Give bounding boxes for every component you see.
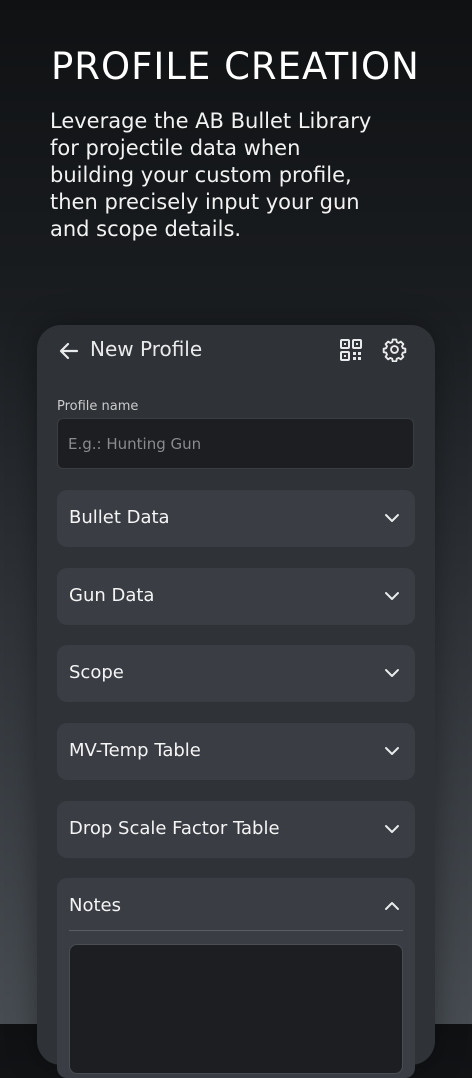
divider <box>69 930 403 931</box>
page-description: Leverage the AB Bullet Library for proje… <box>50 109 372 241</box>
screen-title: New Profile <box>90 337 203 361</box>
section-label: Bullet Data <box>69 507 170 528</box>
back-arrow-icon[interactable] <box>57 339 81 363</box>
section-label: Notes <box>69 895 121 916</box>
section-bullet-data[interactable]: Bullet Data <box>57 490 415 547</box>
app-screen: New Profile Profile name Bullet <box>37 325 435 1078</box>
chevron-down-icon <box>385 669 399 677</box>
profile-name-input[interactable] <box>57 418 414 469</box>
section-label: Gun Data <box>69 585 155 606</box>
section-gun-data[interactable]: Gun Data <box>57 568 415 625</box>
chevron-down-icon <box>385 825 399 833</box>
section-label: Drop Scale Factor Table <box>69 818 280 839</box>
chevron-down-icon <box>385 592 399 600</box>
profile-name-label: Profile name <box>57 399 139 414</box>
chevron-up-icon <box>385 902 399 910</box>
section-label: Scope <box>69 662 124 683</box>
chevron-down-icon <box>385 747 399 755</box>
section-notes: Notes <box>57 878 415 1078</box>
chevron-down-icon <box>385 514 399 522</box>
notes-header[interactable]: Notes <box>57 878 415 930</box>
section-drop-scale-factor-table[interactable]: Drop Scale Factor Table <box>57 801 415 858</box>
section-mv-temp-table[interactable]: MV-Temp Table <box>57 723 415 780</box>
section-scope[interactable]: Scope <box>57 645 415 702</box>
gear-icon[interactable] <box>382 337 407 362</box>
section-label: MV-Temp Table <box>69 740 201 761</box>
page-title: PROFILE CREATION <box>51 45 420 88</box>
notes-textarea[interactable] <box>69 944 403 1074</box>
qr-code-icon[interactable] <box>339 338 363 362</box>
top-bar: New Profile <box>37 325 435 375</box>
